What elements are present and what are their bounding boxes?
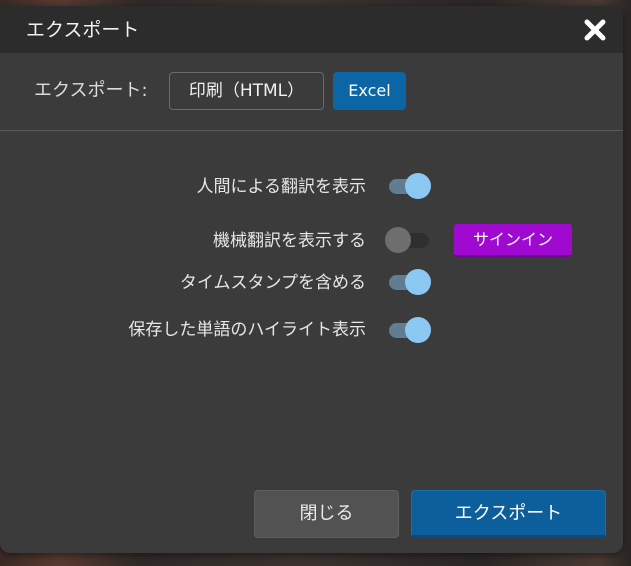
export-dialog: エクスポート エクスポート: 印刷（HTML） Excel 人間による翻訳を表示… [0,6,623,553]
option-machine-translation-toggle[interactable] [385,227,431,253]
dialog-titlebar: エクスポート [0,6,623,53]
export-button[interactable]: エクスポート [411,490,606,538]
option-machine-translation-label: 機械翻訳を表示する [213,231,366,251]
option-highlight-words-label: 保存した単語のハイライト表示 [128,320,366,340]
option-highlight-words-toggle[interactable] [385,317,431,343]
option-timestamps-label: タイムスタンプを含める [179,273,366,293]
toggle-knob [405,317,431,343]
divider [0,130,623,131]
format-excel-button[interactable]: Excel [333,72,406,110]
toggle-knob [385,227,411,253]
toggle-knob [405,173,431,199]
toggle-knob [405,269,431,295]
option-human-translation-label: 人間による翻訳を表示 [196,177,367,197]
signin-button[interactable]: サインイン [454,224,572,257]
option-human-translation-toggle[interactable] [385,173,431,199]
export-format-label: エクスポート: [34,80,148,101]
dialog-title: エクスポート [26,19,140,41]
close-button[interactable]: 閉じる [254,490,399,538]
format-html-button[interactable]: 印刷（HTML） [169,72,324,110]
option-timestamps-toggle[interactable] [385,269,431,295]
close-icon[interactable] [582,17,608,43]
